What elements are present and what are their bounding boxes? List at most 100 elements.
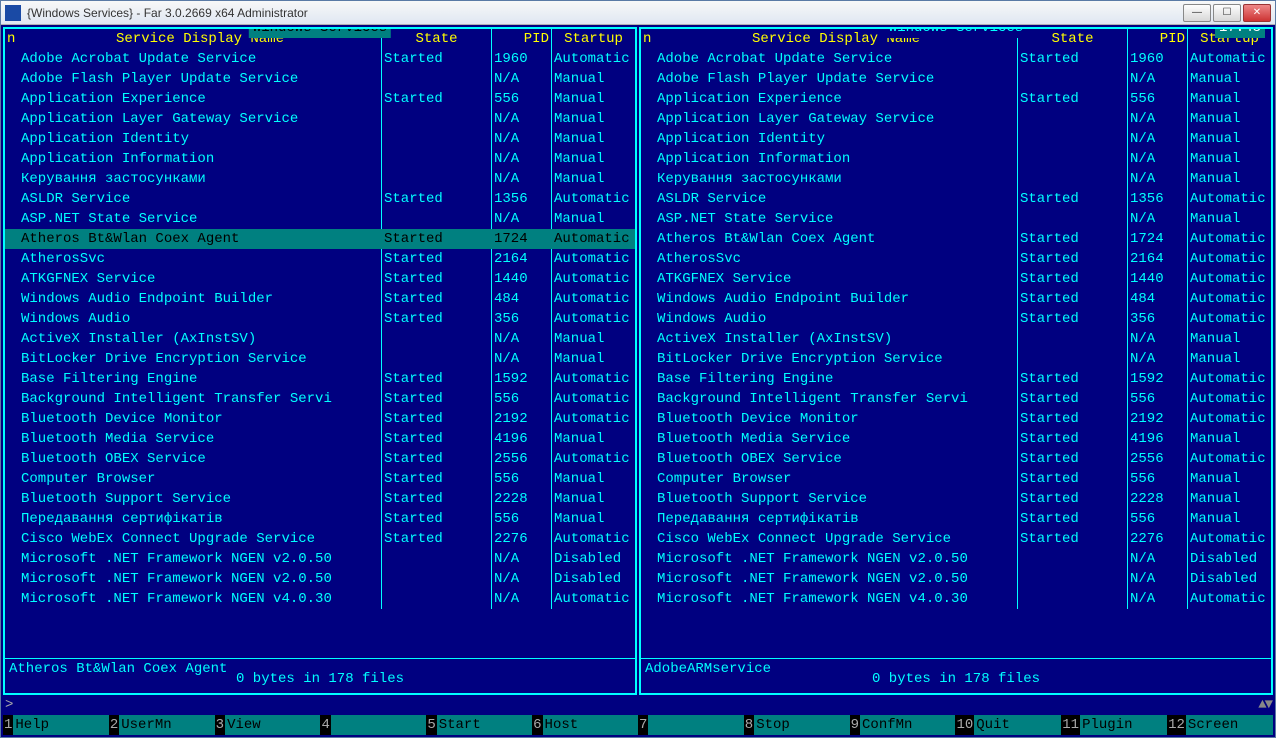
fkey-12[interactable]: 12Screen (1167, 715, 1273, 735)
service-row[interactable]: Windows Audio Endpoint BuilderStarted484… (5, 289, 635, 309)
service-row[interactable]: Application ExperienceStarted556Manual (5, 89, 635, 109)
fkey-8[interactable]: 8Stop (744, 715, 850, 735)
service-pid: N/A (1127, 549, 1187, 569)
service-row[interactable]: Adobe Acrobat Update ServiceStarted1960A… (641, 49, 1271, 69)
service-row[interactable]: Base Filtering EngineStarted1592Automati… (641, 369, 1271, 389)
service-row[interactable]: Application Layer Gateway ServiceN/AManu… (641, 109, 1271, 129)
minimize-button[interactable]: — (1183, 4, 1211, 22)
left-panel[interactable]: Windows Services nService Display NameSt… (3, 27, 637, 695)
right-panel[interactable]: Windows Services 17:45nService Display N… (639, 27, 1273, 695)
service-row[interactable]: Microsoft .NET Framework NGEN v2.0.50N/A… (5, 569, 635, 589)
service-name: Application Identity (19, 129, 381, 149)
fkey-9[interactable]: 9ConfMn (850, 715, 956, 735)
service-row[interactable]: AtherosSvcStarted2164Automatic (5, 249, 635, 269)
service-row[interactable]: Application ExperienceStarted556Manual (641, 89, 1271, 109)
close-button[interactable]: ✕ (1243, 4, 1271, 22)
service-state: Started (1017, 249, 1127, 269)
service-row[interactable]: Background Intelligent Transfer ServiSta… (5, 389, 635, 409)
service-row[interactable]: Adobe Flash Player Update ServiceN/AManu… (641, 69, 1271, 89)
col-state-header[interactable]: State (1017, 29, 1127, 49)
service-row[interactable]: Application InformationN/AManual (641, 149, 1271, 169)
service-row[interactable]: Windows AudioStarted356Automatic (5, 309, 635, 329)
service-row[interactable]: Adobe Acrobat Update ServiceStarted1960A… (5, 49, 635, 69)
service-row[interactable]: Microsoft .NET Framework NGEN v2.0.50N/A… (641, 549, 1271, 569)
service-row[interactable]: Cisco WebEx Connect Upgrade ServiceStart… (641, 529, 1271, 549)
service-row[interactable]: ASLDR ServiceStarted1356Automatic (641, 189, 1271, 209)
command-prompt[interactable]: > ▲▼ (3, 695, 1273, 715)
service-row[interactable]: Application IdentityN/AManual (641, 129, 1271, 149)
service-row[interactable]: ATKGFNEX ServiceStarted1440Automatic (5, 269, 635, 289)
panel-title: Windows Services (249, 27, 391, 38)
service-row[interactable]: Bluetooth OBEX ServiceStarted2556Automat… (641, 449, 1271, 469)
service-row[interactable]: Adobe Flash Player Update ServiceN/AManu… (5, 69, 635, 89)
maximize-button[interactable]: ☐ (1213, 4, 1241, 22)
service-row[interactable]: Cisco WebEx Connect Upgrade ServiceStart… (5, 529, 635, 549)
col-state-header[interactable]: State (381, 29, 491, 49)
service-state: Started (381, 49, 491, 69)
service-row[interactable]: Керування застосункамиN/AManual (5, 169, 635, 189)
service-row[interactable]: ActiveX Installer (AxInstSV)N/AManual (5, 329, 635, 349)
service-row[interactable]: ActiveX Installer (AxInstSV)N/AManual (641, 329, 1271, 349)
service-row[interactable]: Background Intelligent Transfer ServiSta… (641, 389, 1271, 409)
service-row[interactable]: Bluetooth Media ServiceStarted4196Manual (5, 429, 635, 449)
service-name: Bluetooth Support Service (19, 489, 381, 509)
service-state (1017, 209, 1127, 229)
col-n-header[interactable]: n (641, 29, 655, 49)
col-pid-header[interactable]: PID (1127, 29, 1187, 49)
fkey-4[interactable]: 4 (320, 715, 426, 735)
service-row[interactable]: Base Filtering EngineStarted1592Automati… (5, 369, 635, 389)
service-row[interactable]: Microsoft .NET Framework NGEN v4.0.30N/A… (5, 589, 635, 609)
col-startup-header[interactable]: Startup (551, 29, 635, 49)
service-name: Background Intelligent Transfer Servi (19, 389, 381, 409)
service-row[interactable]: Application Layer Gateway ServiceN/AManu… (5, 109, 635, 129)
service-pid: 1440 (1127, 269, 1187, 289)
service-row[interactable]: Microsoft .NET Framework NGEN v4.0.30N/A… (641, 589, 1271, 609)
fkey-11[interactable]: 11Plugin (1061, 715, 1167, 735)
service-pid: 556 (491, 509, 551, 529)
service-startup: Manual (551, 89, 635, 109)
fkey-1[interactable]: 1Help (3, 715, 109, 735)
service-row[interactable]: Передавання сертифікатівStarted556Manual (641, 509, 1271, 529)
service-row[interactable]: Bluetooth Media ServiceStarted4196Manual (641, 429, 1271, 449)
service-row[interactable]: Bluetooth Support ServiceStarted2228Manu… (641, 489, 1271, 509)
service-row[interactable]: Microsoft .NET Framework NGEN v2.0.50N/A… (5, 549, 635, 569)
service-startup: Manual (1187, 169, 1271, 189)
service-pid: 2556 (491, 449, 551, 469)
service-pid: N/A (491, 149, 551, 169)
service-state: Started (381, 389, 491, 409)
service-row[interactable]: Windows AudioStarted356Automatic (641, 309, 1271, 329)
service-row[interactable]: Bluetooth Support ServiceStarted2228Manu… (5, 489, 635, 509)
col-pid-header[interactable]: PID (491, 29, 551, 49)
fkey-3[interactable]: 3View (215, 715, 321, 735)
service-row[interactable]: ATKGFNEX ServiceStarted1440Automatic (641, 269, 1271, 289)
fkey-7[interactable]: 7 (638, 715, 744, 735)
service-startup: Automatic (551, 529, 635, 549)
fkey-10[interactable]: 10Quit (955, 715, 1061, 735)
fkey-2[interactable]: 2UserMn (109, 715, 215, 735)
service-row[interactable]: Windows Audio Endpoint BuilderStarted484… (641, 289, 1271, 309)
fkey-5[interactable]: 5Start (426, 715, 532, 735)
service-row[interactable]: Bluetooth Device MonitorStarted2192Autom… (641, 409, 1271, 429)
service-row[interactable]: Передавання сертифікатівStarted556Manual (5, 509, 635, 529)
service-name: ASP.NET State Service (655, 209, 1017, 229)
service-row[interactable]: ASLDR ServiceStarted1356Automatic (5, 189, 635, 209)
col-n-header[interactable]: n (5, 29, 19, 49)
fkey-6[interactable]: 6Host (532, 715, 638, 735)
service-row[interactable]: ASP.NET State ServiceN/AManual (641, 209, 1271, 229)
service-row[interactable]: Atheros Bt&Wlan Coex AgentStarted1724Aut… (5, 229, 635, 249)
service-row[interactable]: Computer BrowserStarted556Manual (5, 469, 635, 489)
service-row[interactable]: BitLocker Drive Encryption ServiceN/AMan… (5, 349, 635, 369)
service-row[interactable]: Bluetooth Device MonitorStarted2192Autom… (5, 409, 635, 429)
service-row[interactable]: Computer BrowserStarted556Manual (641, 469, 1271, 489)
service-row[interactable]: Application IdentityN/AManual (5, 129, 635, 149)
service-row[interactable]: Application InformationN/AManual (5, 149, 635, 169)
service-row[interactable]: Керування застосункамиN/AManual (641, 169, 1271, 189)
service-row[interactable]: BitLocker Drive Encryption ServiceN/AMan… (641, 349, 1271, 369)
service-row[interactable]: Atheros Bt&Wlan Coex AgentStarted1724Aut… (641, 229, 1271, 249)
service-row[interactable]: Microsoft .NET Framework NGEN v2.0.50N/A… (641, 569, 1271, 589)
service-row[interactable]: ASP.NET State ServiceN/AManual (5, 209, 635, 229)
service-row[interactable]: AtherosSvcStarted2164Automatic (641, 249, 1271, 269)
titlebar[interactable]: {Windows Services} - Far 3.0.2669 x64 Ad… (1, 1, 1275, 25)
service-row[interactable]: Bluetooth OBEX ServiceStarted2556Automat… (5, 449, 635, 469)
service-startup: Manual (551, 109, 635, 129)
